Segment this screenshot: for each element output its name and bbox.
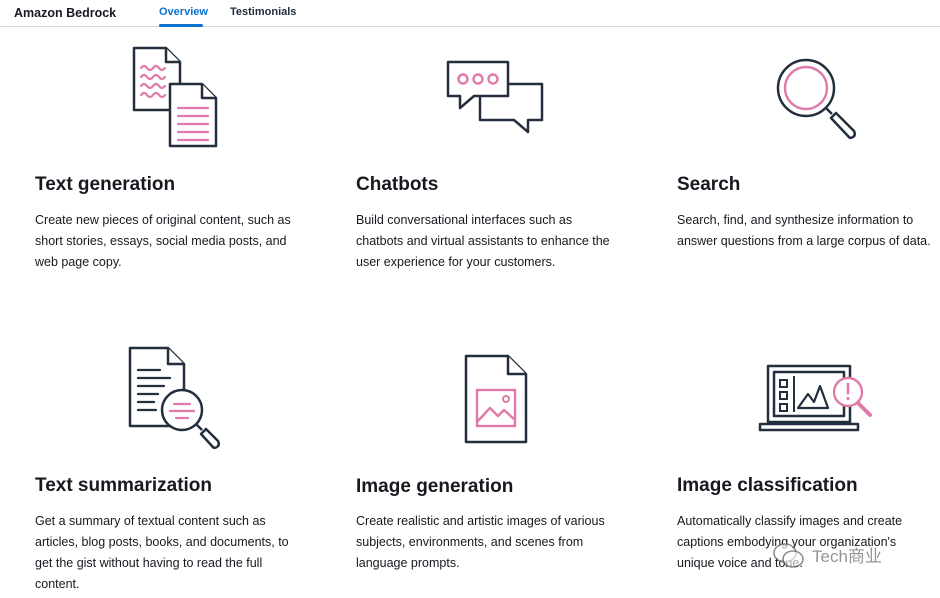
image-file-icon [464, 354, 528, 444]
brand-title: Amazon Bedrock [14, 6, 117, 20]
card-description-line: Automatically classify images and create [677, 514, 903, 528]
card-description-line: short stories, essays, social media post… [35, 234, 287, 248]
card-description: Get a summary of textual content such as… [35, 511, 289, 595]
card-description-line: Get a summary of textual content such as [35, 514, 266, 528]
card-description-line: answer questions from a large corpus of … [677, 234, 931, 248]
card-description-line: get the gist without having to read the … [35, 556, 263, 570]
wechat-icon [773, 543, 804, 568]
card-title: Image classification [677, 475, 858, 496]
card-title: Text generation [35, 174, 176, 195]
card-description-line: subjects, environments, and scenes from [356, 535, 584, 549]
card-description: Build conversational interfaces such as … [356, 210, 610, 273]
watermark-text: Tech商业 [812, 547, 882, 566]
card-description-line: articles, blog posts, books, and documen… [35, 535, 289, 549]
tab-overview[interactable]: Overview [159, 6, 208, 18]
card-description-line: Create realistic and artistic images of … [356, 514, 605, 528]
active-tab-indicator [159, 24, 203, 27]
card-description-line: Search, find, and synthesize information… [677, 213, 914, 227]
document-search-icon [128, 346, 221, 450]
chat-bubbles-icon [446, 60, 544, 134]
card-description-line: web page copy. [35, 255, 122, 269]
card-description: Search, find, and synthesize information… [677, 210, 931, 252]
card-description-line: chatbots and virtual assistants to enhan… [356, 234, 610, 248]
card-description: Create realistic and artistic images of … [356, 511, 605, 574]
top-nav-bar: Amazon Bedrock Overview Testimonials [0, 0, 940, 27]
card-description-line: Create new pieces of original content, s… [35, 213, 291, 227]
card-title: Chatbots [356, 174, 439, 195]
documents-icon [132, 46, 218, 148]
card-description: Create new pieces of original content, s… [35, 210, 291, 273]
laptop-chart-icon [758, 364, 872, 432]
card-title: Image generation [356, 476, 514, 497]
card-description-line: language prompts. [356, 556, 460, 570]
card-title: Search [677, 174, 741, 195]
magnifier-icon [776, 58, 857, 140]
card-title: Text summarization [35, 475, 213, 496]
card-description-line: Build conversational interfaces such as [356, 213, 573, 227]
tab-testimonials[interactable]: Testimonials [230, 6, 296, 18]
card-description-line: user experience for your customers. [356, 255, 556, 269]
card-description-line: content. [35, 577, 80, 591]
